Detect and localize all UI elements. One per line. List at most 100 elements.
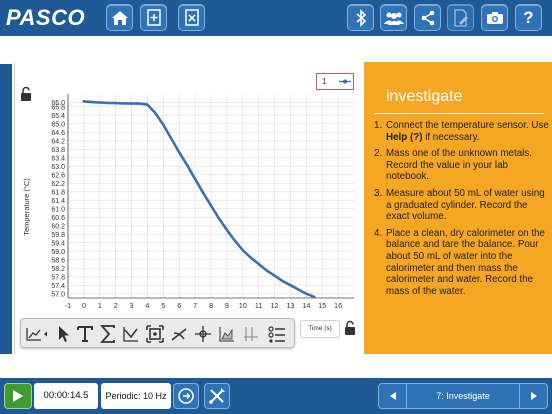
data-point [186,164,189,167]
area-tool-button[interactable] [217,324,237,344]
instruction-step: 4. Place a clean, dry calorimeter on the … [374,227,546,297]
group-icon [383,12,404,25]
delta-tool-button[interactable] [241,324,261,344]
share-button[interactable] [414,4,441,31]
x-tick-label: 1 [98,301,102,310]
text-annotation-button[interactable] [75,324,95,344]
y-tick-label: 61.0 [51,206,65,213]
chart-legend[interactable]: 1 [316,73,354,90]
data-point [297,288,300,291]
data-point [281,279,284,283]
home-button[interactable] [106,4,133,31]
graph-toolbar [20,318,295,348]
help-button[interactable]: ? [515,4,542,31]
investigate-text-panel: investigate 1. Connect the temperature se… [364,62,552,354]
temperature-chart[interactable]: -1 0 1 2 3 4 5 6 7 8 9 10 11 12 13 14 15 1657.057.457.858… [36,90,356,316]
panel-title-divider [374,113,544,114]
data-point [265,269,268,272]
y-axis-lock-icon[interactable] [19,86,33,102]
y-tick-label: 57.0 [51,291,65,298]
y-tick-label: 60.2 [51,223,65,230]
data-point [106,101,109,105]
y-tick-label: 58.6 [51,257,65,264]
data-point [82,100,86,103]
graph-type-button[interactable] [24,324,50,344]
instruction-step: 1. Connect the temperature sensor. Use He… [374,120,549,143]
sampling-rate-button[interactable]: Periodic: 10 Hz [101,383,171,409]
recording-conditions-button[interactable] [173,383,199,409]
y-tick-label: 62.2 [51,181,65,188]
delete-page-button[interactable] [178,4,205,31]
statistics-button[interactable] [98,324,118,344]
text-tool-icon [77,326,93,342]
share-icon [421,10,434,25]
camera-icon [486,11,503,24]
add-page-button[interactable] [140,4,167,31]
x-axis-measurement-selector[interactable]: Time (s) [300,320,340,338]
panel-title: investigate [386,88,463,105]
annotate-icon [453,8,468,27]
coordinates-tool-button[interactable] [193,324,213,344]
data-point [98,101,101,104]
legend-series-marker [339,79,351,84]
start-recording-button[interactable] [4,383,32,409]
bluetooth-icon [355,8,366,27]
top-toolbar: PASCO ? [0,0,552,36]
more-tools-button[interactable] [267,324,287,344]
bottom-control-bar: 00:00:14.5 Periodic: 10 Hz 7: Investigat… [0,378,552,414]
y-tick-label: 66.0 [51,100,65,107]
sum-icon [100,325,115,343]
x-tick-label: 9 [225,301,229,310]
data-point [114,101,117,105]
data-point [313,295,316,299]
data-point [289,284,292,287]
sharing-group-button[interactable] [380,4,407,31]
y-tick-label: 61.8 [51,189,65,196]
left-panel-edge[interactable] [0,64,12,354]
add-page-icon [146,9,161,26]
y-tick-label: 64.6 [51,130,65,137]
more-icon [268,326,285,343]
instruction-step: 2. Mass one of the unknown metals. Record… [374,148,532,183]
data-point [130,102,133,105]
data-point [249,256,252,259]
timer-options-icon [178,388,194,404]
delete-page-icon [184,9,199,26]
x-tick-label: 8 [209,301,213,310]
data-point [257,262,260,266]
triangle-right-icon [530,392,537,400]
previous-page-button[interactable] [379,384,407,408]
x-tick-label: 15 [318,301,326,310]
x-tick-label: 7 [193,301,197,310]
series-line-1 [82,100,316,299]
slope-tool-button[interactable] [169,324,189,344]
home-icon [111,10,128,25]
data-point [138,102,141,105]
data-point [241,249,244,252]
bluetooth-button[interactable] [347,4,374,31]
page-selector[interactable]: 7: Investigate [407,384,519,408]
select-button[interactable] [54,324,74,344]
curve-fit-button[interactable] [121,324,141,344]
curve-fit-icon [123,327,138,342]
x-tick-label: 4 [145,301,149,310]
x-axis-lock-icon[interactable] [343,320,357,336]
y-axis-label: Temperature (°C) [22,178,31,236]
data-point [178,151,181,154]
y-tick-label: 63.4 [51,155,65,162]
x-tick-label: 16 [334,301,342,310]
y-tick-label: 57.8 [51,274,65,281]
data-point [225,228,229,232]
tools-button[interactable] [204,383,230,409]
annotate-button[interactable] [447,4,474,31]
data-point [154,111,157,115]
next-page-button[interactable] [519,384,547,408]
x-tick-label: 10 [239,301,247,310]
camera-button[interactable] [481,4,508,31]
scale-to-fit-button[interactable] [145,324,165,344]
y-axis-label-container[interactable]: Temperature (°C) [14,112,38,302]
data-point [201,191,205,194]
instruction-list: 1. Connect the temperature sensor. Use He… [374,120,550,302]
delta-icon [244,327,258,341]
y-tick-label: 61.4 [51,198,65,205]
